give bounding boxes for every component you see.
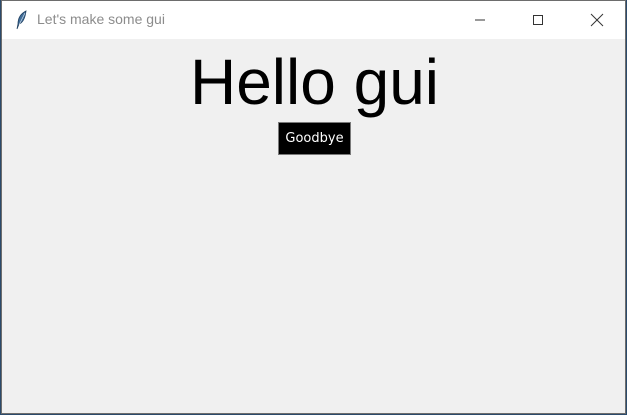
close-icon bbox=[590, 13, 604, 27]
window-title: Let's make some gui bbox=[37, 11, 165, 27]
title-bar[interactable]: Let's make some gui bbox=[2, 1, 625, 39]
app-window: Let's make some gui Hello gui Goodbye bbox=[1, 0, 626, 414]
window-client-area: Hello gui Goodbye bbox=[2, 39, 625, 413]
maximize-icon bbox=[532, 14, 544, 26]
minimize-icon bbox=[474, 14, 486, 26]
close-button[interactable] bbox=[574, 1, 620, 39]
goodbye-button[interactable]: Goodbye bbox=[278, 122, 351, 155]
feather-icon bbox=[13, 10, 31, 30]
maximize-button[interactable] bbox=[515, 1, 561, 39]
hello-label: Hello gui bbox=[189, 46, 440, 118]
minimize-button[interactable] bbox=[457, 1, 503, 39]
